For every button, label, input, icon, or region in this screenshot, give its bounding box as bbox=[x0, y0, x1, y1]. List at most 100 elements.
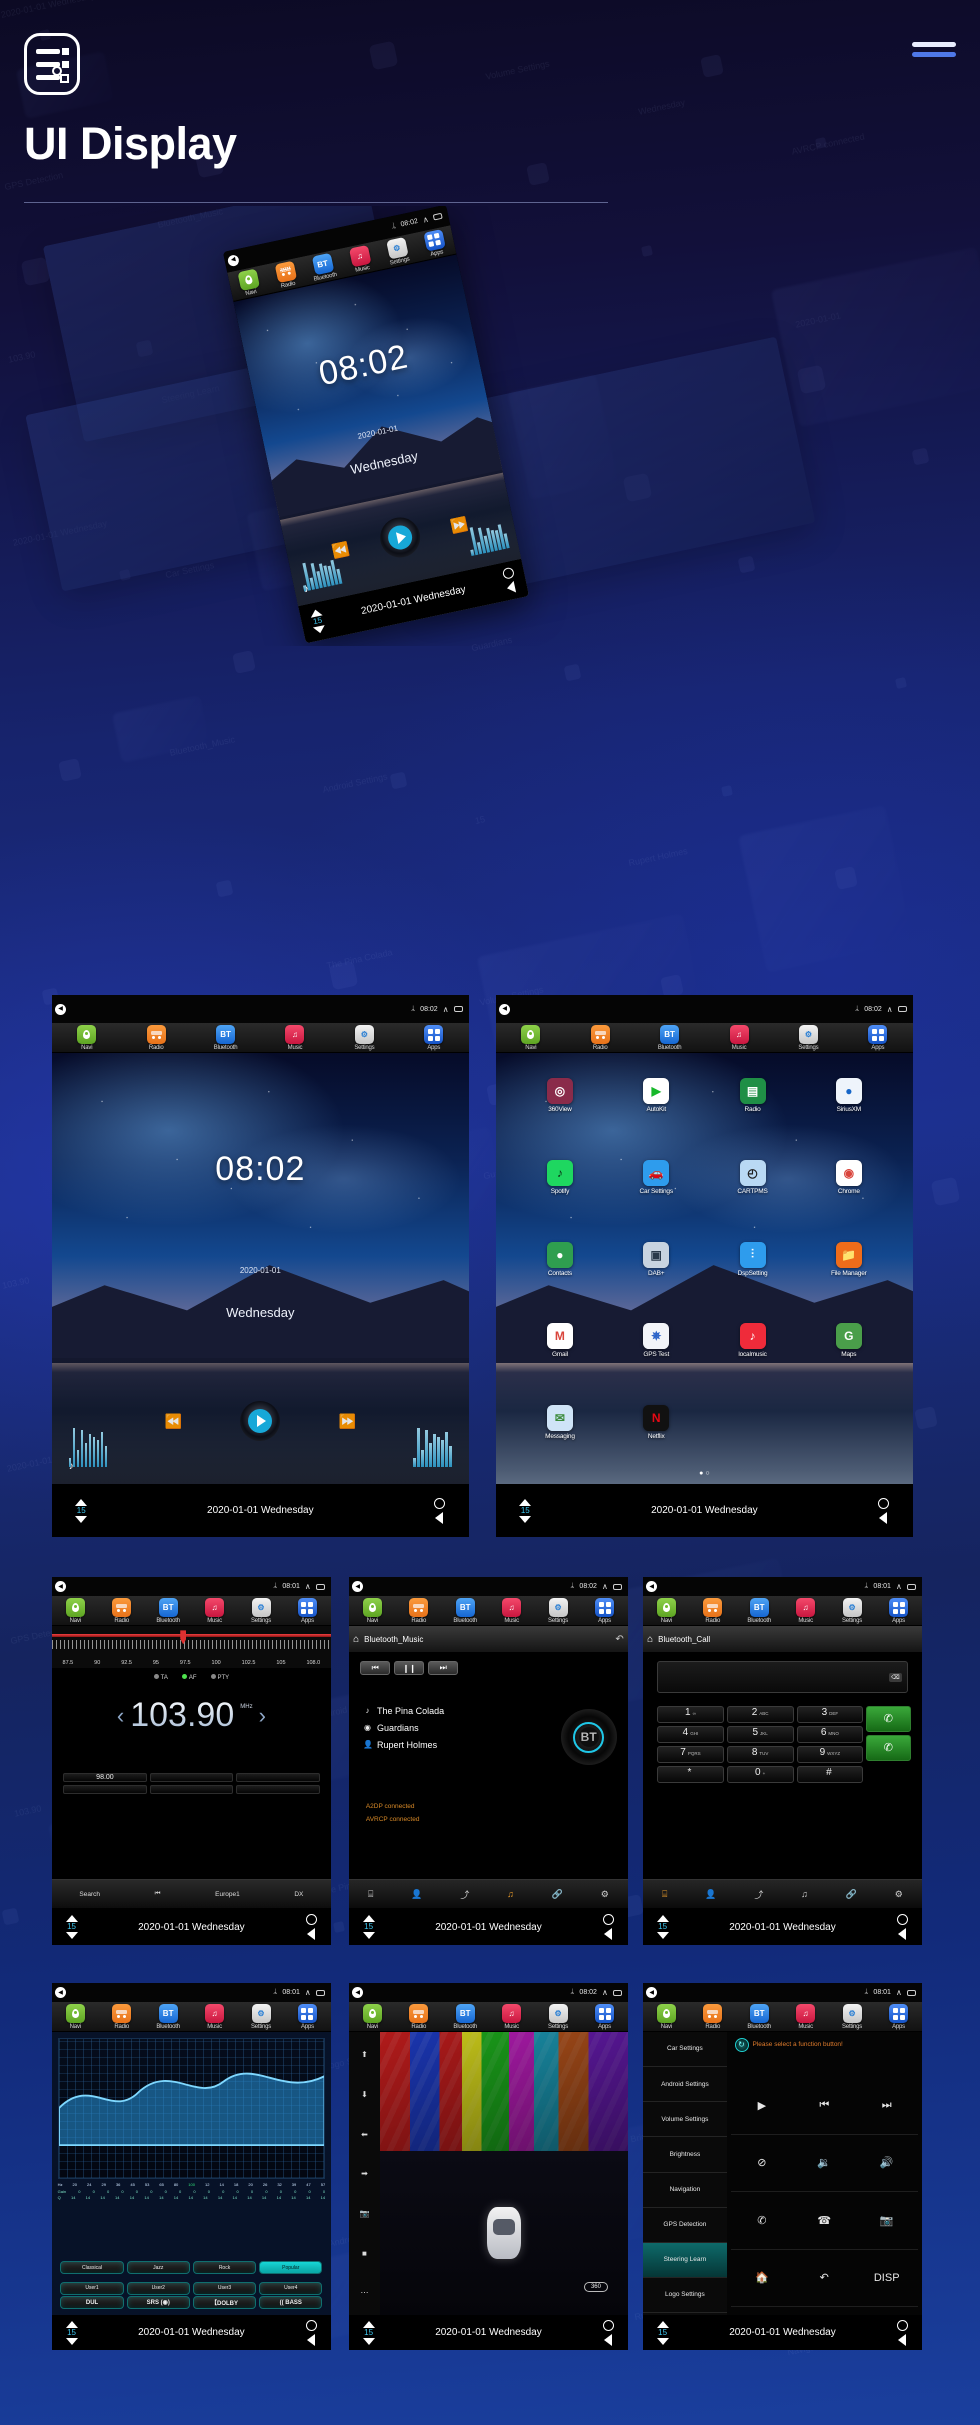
appbar-item-radio[interactable]: Radio bbox=[693, 2004, 732, 2030]
back-icon[interactable]: ◀ bbox=[55, 1581, 67, 1593]
appbar-item-settings[interactable]: ⚙ Settings bbox=[833, 2004, 872, 2030]
refresh-icon[interactable]: ↻ bbox=[734, 2037, 749, 2052]
appbar-item-bluetooth[interactable]: BT Bluetooth bbox=[640, 1025, 698, 1051]
volume-control[interactable]: 15 bbox=[349, 2320, 388, 2346]
call-log-icon[interactable]: ⤴ bbox=[754, 1888, 763, 1901]
appbar-item-navi[interactable]: Navi bbox=[56, 2004, 95, 2030]
back-icon[interactable]: ↶ bbox=[793, 2250, 856, 2307]
appbar-item-bluetooth[interactable]: BT Bluetooth bbox=[446, 2004, 485, 2030]
dial-key-0[interactable]: 0 + bbox=[726, 1765, 794, 1783]
appbar-item-music[interactable]: ♫ Music bbox=[342, 243, 379, 275]
expand-icon[interactable]: ∧ bbox=[896, 1582, 902, 1591]
home-nav[interactable] bbox=[589, 1914, 628, 1941]
frequency-band[interactable]: 87.5 90 92.5 95 97.5 100 102.5 105 108.0 bbox=[52, 1626, 331, 1668]
back-icon[interactable]: ◀ bbox=[226, 253, 240, 267]
car-settings-item-android-settings[interactable]: Android Settings bbox=[643, 2067, 727, 2103]
call-dial-icon[interactable]: ✆ bbox=[866, 1734, 911, 1761]
eq-preset-user2[interactable]: User2 bbox=[126, 2281, 190, 2295]
previous-track-icon[interactable]: ⏪ bbox=[331, 540, 352, 560]
eq-preset-classical[interactable]: Classical bbox=[60, 2261, 124, 2275]
dial-key-star[interactable]: * bbox=[657, 1765, 724, 1783]
view-mode-badge[interactable]: 360 bbox=[583, 2282, 608, 2293]
home-nav[interactable] bbox=[292, 1914, 331, 1941]
appbar-item-apps[interactable]: Apps bbox=[288, 1598, 327, 1624]
back-triangle-icon[interactable] bbox=[879, 1511, 888, 1524]
appbar-item-bluetooth[interactable]: BT Bluetooth bbox=[740, 2004, 779, 2030]
appbar-item-apps[interactable]: Apps bbox=[405, 1025, 463, 1051]
appbar-item-radio[interactable]: Radio bbox=[102, 1598, 141, 1624]
recent-apps-icon[interactable] bbox=[906, 1583, 916, 1590]
eq-preset-user1[interactable]: User1 bbox=[60, 2281, 124, 2295]
app-tile-autokit[interactable]: ▶ AutoKit bbox=[609, 1078, 703, 1158]
appbar-item-settings[interactable]: ⚙ Settings bbox=[833, 1598, 872, 1624]
appbar-item-music[interactable]: ♫ Music bbox=[492, 2004, 531, 2030]
recent-apps-icon[interactable] bbox=[612, 1989, 622, 1996]
preset-4[interactable] bbox=[63, 1784, 147, 1794]
radio-control[interactable]: Europe1 bbox=[215, 1891, 240, 1898]
eq-preset-jazz[interactable]: Jazz bbox=[126, 2261, 190, 2275]
freq-next-icon[interactable]: › bbox=[259, 1703, 266, 1729]
app-tile-gmail[interactable]: M Gmail bbox=[513, 1323, 607, 1403]
volume-up-icon[interactable] bbox=[65, 2320, 78, 2328]
home-nav[interactable] bbox=[854, 1497, 912, 1524]
appbar-item-settings[interactable]: ⚙ Settings bbox=[242, 1598, 281, 1624]
appbar-item-radio[interactable]: Radio bbox=[268, 259, 305, 291]
appbar-item-bluetooth[interactable]: BT Bluetooth bbox=[446, 1598, 485, 1624]
appbar-item-settings[interactable]: ⚙ Settings bbox=[379, 236, 416, 268]
back-arrow-icon[interactable]: ↶ bbox=[615, 1634, 623, 1645]
appbar-item-music[interactable]: ♫ Music bbox=[786, 1598, 825, 1624]
appbar-item-navi[interactable]: Navi bbox=[647, 1598, 686, 1624]
appbar-item-settings[interactable]: ⚙ Settings bbox=[539, 1598, 578, 1624]
hamburger-menu[interactable] bbox=[912, 42, 956, 64]
eq-preset-user4[interactable]: User4 bbox=[259, 2281, 323, 2295]
appbar-item-radio[interactable]: Radio bbox=[102, 2004, 141, 2030]
app-tile-siriusxm[interactable]: ● SiriusXM bbox=[802, 1078, 896, 1158]
play-button-icon[interactable] bbox=[376, 513, 424, 562]
dial-key-7[interactable]: 7 PQRS bbox=[657, 1745, 724, 1763]
preset-3[interactable] bbox=[236, 1772, 320, 1782]
app-tile-dspsetting[interactable]: ⫶ DspSetting bbox=[705, 1241, 799, 1322]
app-tile-spotify[interactable]: ♪ Spotify bbox=[513, 1160, 607, 1240]
app-tile-localmusic[interactable]: ♪ localmusic bbox=[705, 1323, 799, 1403]
volume-down-icon[interactable] bbox=[656, 2337, 669, 2345]
appbar-item-apps[interactable]: Apps bbox=[849, 1025, 907, 1051]
home-icon[interactable]: 🏠 bbox=[730, 2250, 794, 2307]
eq-effect-button[interactable]: DUL bbox=[60, 2296, 124, 2310]
recent-apps-icon[interactable] bbox=[612, 1583, 622, 1590]
mute-icon[interactable]: ⊘ bbox=[730, 2135, 794, 2193]
car-settings-item-volume-settings[interactable]: Volume Settings bbox=[643, 2102, 727, 2138]
home-circle-icon[interactable] bbox=[877, 1497, 889, 1509]
camera-front-icon[interactable]: ⬆ bbox=[361, 2050, 368, 2059]
car-settings-item-navigation[interactable]: Navigation bbox=[643, 2173, 727, 2208]
volume-down-icon[interactable] bbox=[519, 1515, 532, 1523]
home-icon[interactable]: ⌂ bbox=[647, 1634, 653, 1645]
play-icon[interactable]: ▶ bbox=[730, 2077, 794, 2135]
home-circle-icon[interactable] bbox=[433, 1497, 445, 1509]
volume-up-icon[interactable] bbox=[362, 1915, 375, 1923]
eq-effect-button[interactable]: SRS (◉) bbox=[126, 2296, 190, 2310]
appbar-item-music[interactable]: ♫ Music bbox=[266, 1025, 324, 1051]
camera-icon[interactable]: 📷 bbox=[855, 2192, 918, 2250]
link-icon[interactable]: 🔗 bbox=[552, 1889, 563, 1900]
appbar-item-settings[interactable]: ⚙ Settings bbox=[242, 2004, 281, 2030]
appbar-item-radio[interactable]: Radio bbox=[399, 2004, 438, 2030]
volume-up-icon[interactable] bbox=[656, 2320, 669, 2328]
appbar-item-radio[interactable]: Radio bbox=[399, 1598, 438, 1624]
settings-icon[interactable]: ⚙ bbox=[601, 1889, 609, 1900]
dial-key-5[interactable]: 5 JKL bbox=[726, 1725, 794, 1743]
app-tile-360view[interactable]: ◎ 360View bbox=[513, 1078, 607, 1158]
hangup-icon[interactable]: ☎ bbox=[793, 2192, 856, 2250]
volume-up-icon[interactable] bbox=[362, 2320, 375, 2328]
recent-apps-icon[interactable] bbox=[906, 1989, 916, 1996]
radio-control[interactable]: DX bbox=[294, 1891, 303, 1898]
appbar-item-music[interactable]: ♫ Music bbox=[786, 2004, 825, 2030]
volume-control[interactable]: 15 bbox=[496, 1498, 554, 1524]
expand-icon[interactable]: ∧ bbox=[602, 1988, 608, 1997]
appbar-item-settings[interactable]: ⚙ Settings bbox=[335, 1025, 393, 1051]
expand-icon[interactable]: ∧ bbox=[305, 1582, 311, 1591]
appbar-item-bluetooth[interactable]: BT Bluetooth bbox=[149, 1598, 188, 1624]
next-track-icon[interactable]: ⏭ bbox=[428, 1661, 459, 1676]
preset-5[interactable] bbox=[149, 1784, 234, 1794]
back-triangle-icon[interactable] bbox=[307, 1928, 316, 1941]
app-tile-gps-test[interactable]: ✵ GPS Test bbox=[609, 1323, 703, 1403]
